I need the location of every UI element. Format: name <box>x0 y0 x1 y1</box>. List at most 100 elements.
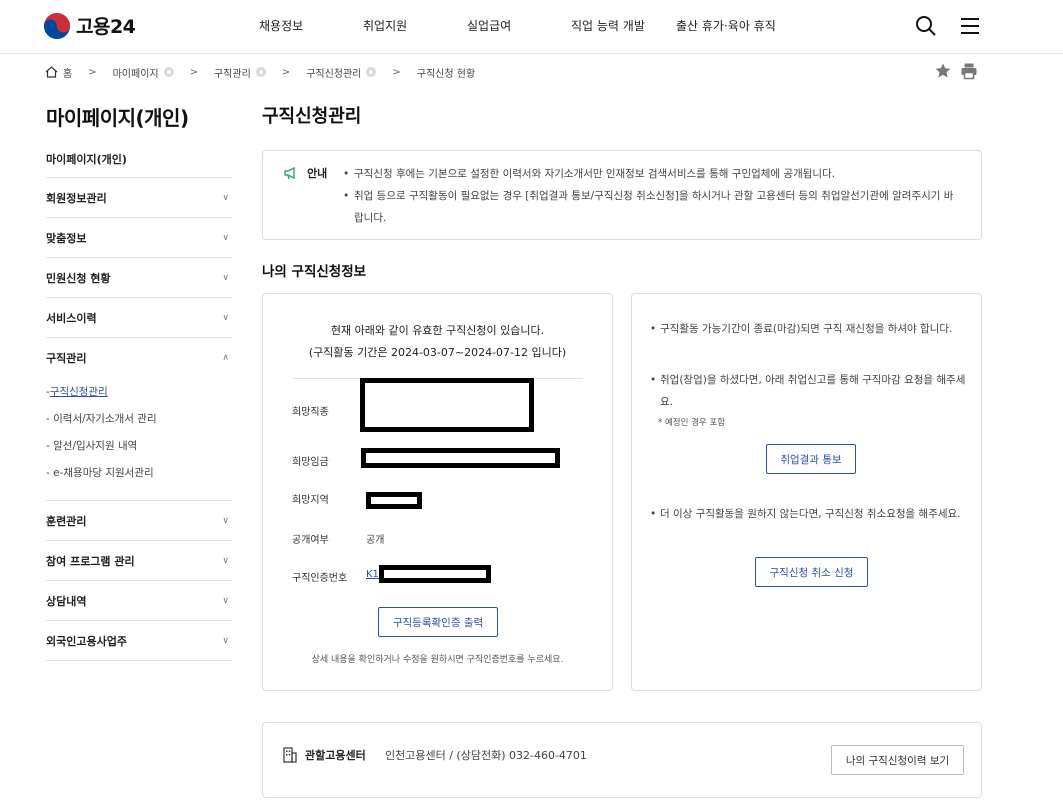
sidebar-item-member-info[interactable]: 회원정보관리 ∨ <box>46 178 232 218</box>
section-title: 나의 구직신청정보 <box>262 264 367 280</box>
notice-label: 안내 <box>283 165 327 181</box>
home-icon <box>45 66 58 78</box>
breadcrumb-separator-icon: > <box>88 66 97 78</box>
sidebar-item-label: 회원정보관리 <box>46 191 107 205</box>
employment-result-report-button[interactable]: 취업결과 통보 <box>766 444 856 474</box>
chevron-down-icon: ∨ <box>222 312 229 323</box>
breadcrumb-current-label: 구직신청 현황 <box>416 68 476 80</box>
sidebar-item-civil-petition[interactable]: 민원신청 현황 ∨ <box>46 258 232 298</box>
sidebar-item-label: 훈련관리 <box>46 514 87 528</box>
breadcrumb-job-mgmt[interactable]: 구직관리 <box>214 65 266 80</box>
sidebar-item-program-mgmt[interactable]: 참여 프로그램 관리 ∨ <box>46 541 232 581</box>
breadcrumb: 홈 > 마이페이지 > 구직관리 > 구직신청관리 > 구직신청 현황 <box>45 63 475 81</box>
sidebar-item-training-mgmt[interactable]: 훈련관리 ∨ <box>46 501 232 541</box>
sidebar-item-mypage[interactable]: 마이페이지(개인) <box>46 140 232 178</box>
star-icon[interactable] <box>934 62 952 80</box>
nav-vocational-training[interactable]: 직업 능력 개발 <box>571 17 676 34</box>
breadcrumb-separator-icon: > <box>392 66 401 78</box>
expected-note: * 예정인 경우 포함 <box>658 418 726 428</box>
sidebar-item-label: 맞춤정보 <box>46 231 87 245</box>
wage-label: 희망임금 <box>292 457 329 468</box>
sidebar-subitem-label: 구직신청관리 <box>49 386 108 398</box>
employment-center-label-text: 관할고용센터 <box>305 749 366 762</box>
chevron-down-icon: ∨ <box>222 555 229 566</box>
sidebar-item-label: 마이페이지(개인) <box>46 152 127 166</box>
sidebar-title: 마이페이지(개인) <box>46 106 189 130</box>
application-actions-box: 구직활동 가능기간이 종료(마감)되면 구직 재신청을 하셔야 합니다. 취업(… <box>631 293 982 691</box>
lead-line: 현재 아래와 같이 유효한 구직신청이 있습니다. <box>330 324 545 337</box>
taegeuk-logo-icon <box>44 12 70 39</box>
sidebar-item-foreign-employer[interactable]: 외국인고용사업주 ∨ <box>46 621 232 661</box>
print-icon[interactable] <box>960 62 978 80</box>
sidebar-item-label: 민원신청 현황 <box>46 271 111 285</box>
nav-unemployment-benefit[interactable]: 실업급여 <box>467 17 571 34</box>
print-certificate-button[interactable]: 구직등록확인증 출력 <box>378 607 498 637</box>
building-icon <box>283 747 297 763</box>
chevron-down-icon: ∨ <box>222 192 229 203</box>
sidebar-item-label: 서비스이력 <box>46 311 97 325</box>
sidebar-item-label: 외국인고용사업주 <box>46 634 127 648</box>
global-nav: 채용정보 취업지원 실업급여 직업 능력 개발 출산 휴가·육아 휴직 <box>259 17 776 34</box>
sidebar-subitem-referral-history[interactable]: - 알선/입사지원 내역 <box>46 432 232 459</box>
public-value: 공개 <box>366 535 385 546</box>
notice-label-text: 안내 <box>307 167 328 180</box>
job-type-label: 희망직종 <box>292 407 329 418</box>
megaphone-icon <box>284 166 295 180</box>
breadcrumb-job-application-mgmt[interactable]: 구직신청관리 <box>306 65 377 80</box>
cancel-info-text: 더 이상 구직활동을 원하지 않는다면, 구직신청 취소요청을 해주세요. <box>650 503 970 525</box>
breadcrumb-mypage[interactable]: 마이페이지 <box>113 65 174 80</box>
sidebar-item-counseling-history[interactable]: 상담내역 ∨ <box>46 581 232 621</box>
cert-number-label: 구직인증번호 <box>292 573 348 584</box>
sidebar-subitem-e-recruit-apps[interactable]: - e-채용마당 지원서관리 <box>46 459 232 486</box>
nav-maternity-leave[interactable]: 출산 휴가·육아 휴직 <box>676 17 776 34</box>
chevron-down-icon: ∨ <box>222 515 229 526</box>
application-info-box: 현재 아래와 같이 유효한 구직신청이 있습니다. (구직활동 기간은 2024… <box>262 293 613 691</box>
breadcrumb-job-mgmt-label: 구직관리 <box>213 68 251 80</box>
application-history-button[interactable]: 나의 구직신청이력 보기 <box>831 745 964 775</box>
employment-center-box: 관할고용센터 인천고용센터 / (상담전화) 032-460-4701 나의 구… <box>262 722 982 798</box>
employment-center-value: 인천고용센터 / (상담전화) 032-460-4701 <box>385 749 587 762</box>
menu-icon[interactable] <box>959 15 981 37</box>
chevron-down-icon: ∨ <box>222 595 229 606</box>
employment-center-label: 관할고용센터 <box>283 747 366 763</box>
page-title: 구직신청관리 <box>262 106 362 127</box>
nav-employment-support[interactable]: 취업지원 <box>363 17 467 34</box>
notice-line: 구직신청 후에는 기본으로 설정한 이력서와 자기소개서만 인재정보 검색서비스… <box>343 163 963 185</box>
reapply-info-text: 구직활동 가능기간이 종료(마감)되면 구직 재신청을 하셔야 합니다. <box>650 318 970 340</box>
breadcrumb-job-application-mgmt-label: 구직신청관리 <box>306 68 362 80</box>
region-label: 희망지역 <box>292 495 329 506</box>
search-icon[interactable] <box>915 15 937 37</box>
breadcrumb-dropdown-icon[interactable] <box>163 67 174 77</box>
chevron-down-icon: ∨ <box>222 635 229 646</box>
chevron-down-icon: ∨ <box>222 272 229 283</box>
nav-job-info[interactable]: 채용정보 <box>259 17 363 34</box>
breadcrumb-separator-icon: > <box>281 66 291 78</box>
site-logo[interactable]: 고용24 <box>44 12 136 39</box>
sidebar-item-service-history[interactable]: 서비스이력 ∨ <box>46 298 232 338</box>
breadcrumb-separator-icon: > <box>189 66 198 78</box>
breadcrumb-dropdown-icon[interactable] <box>366 67 377 77</box>
application-status-lead: 현재 아래와 같이 유효한 구직신청이 있습니다. (구직활동 기간은 2024… <box>263 320 612 364</box>
breadcrumb-dropdown-icon[interactable] <box>255 67 266 77</box>
logo-text: 고용24 <box>76 16 136 38</box>
employment-report-info-text: 취업(창업)을 하셨다면, 아래 취업신고를 통해 구직마감 요청을 해주세요. <box>650 369 970 413</box>
redacted-region <box>366 492 422 509</box>
public-label: 공개여부 <box>292 535 329 546</box>
sidebar-subitem-job-application-mgmt[interactable]: - 구직신청관리 <box>46 378 232 405</box>
redacted-job-type <box>360 378 534 432</box>
redacted-wage <box>361 448 560 468</box>
sidebar-item-job-mgmt[interactable]: 구직관리 ∧ <box>46 338 232 378</box>
cancel-application-button[interactable]: 구직신청 취소 신청 <box>755 557 868 587</box>
cert-number-link[interactable]: K1 <box>366 569 379 580</box>
sidebar-item-label: 상담내역 <box>46 594 87 608</box>
sidebar-menu: 마이페이지(개인) 회원정보관리 ∨ 맞춤정보 ∨ 민원신청 현황 ∨ 서비스이… <box>46 140 232 661</box>
sidebar-item-custom-info[interactable]: 맞춤정보 ∨ <box>46 218 232 258</box>
sidebar-subitem-resume-mgmt[interactable]: - 이력서/자기소개서 관리 <box>46 405 232 432</box>
breadcrumb-home-label: 홈 <box>63 68 73 80</box>
sidebar-group-job-mgmt: 구직관리 ∧ - 구직신청관리 - 이력서/자기소개서 관리 - 알선/입사지원… <box>46 338 232 501</box>
lead-line: (구직활동 기간은 2024-03-07~2024-07-12 입니다) <box>308 346 567 359</box>
breadcrumb-home[interactable]: 홈 <box>45 65 72 80</box>
redacted-cert-number <box>379 565 491 583</box>
chevron-down-icon: ∨ <box>222 232 229 243</box>
sidebar-item-label: 참여 프로그램 관리 <box>46 554 135 568</box>
